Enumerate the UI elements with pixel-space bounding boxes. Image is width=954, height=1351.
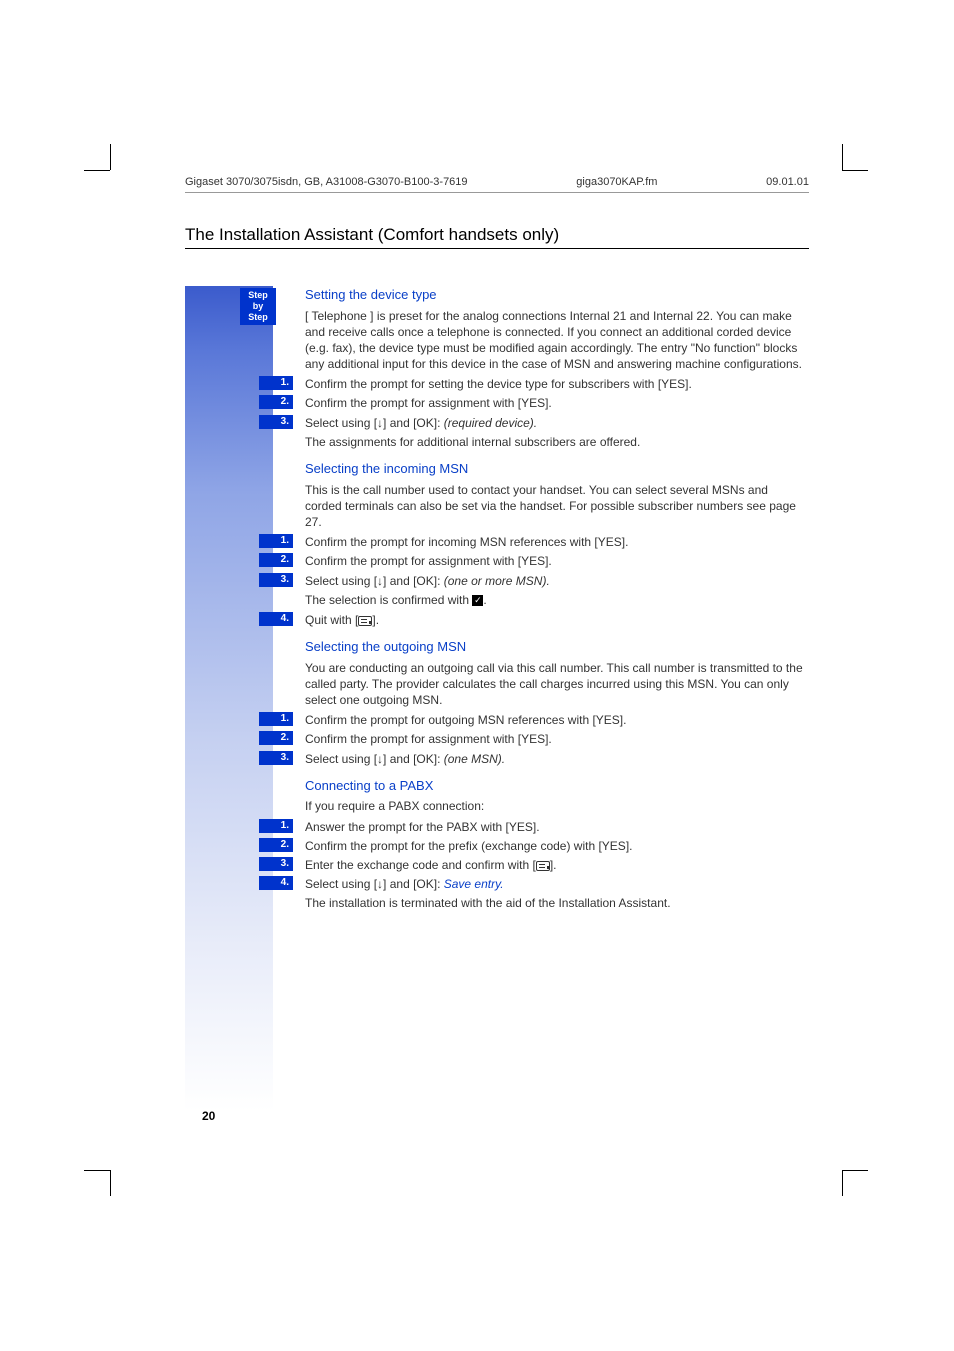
step-number: 2. xyxy=(259,553,293,567)
menu-icon xyxy=(536,861,550,871)
badge-line: Step xyxy=(240,312,276,323)
step-number: 2. xyxy=(259,395,293,409)
crop-mark xyxy=(842,144,843,170)
subheading: Selecting the outgoing MSN xyxy=(305,638,805,656)
step-italic: (one MSN). xyxy=(444,752,505,766)
confirm-text: The selection is confirmed with xyxy=(305,593,472,607)
step-link: Save entry. xyxy=(444,877,504,891)
step-number: 1. xyxy=(259,534,293,548)
subheading: Setting the device type xyxy=(305,286,805,304)
step-text: Select using [ xyxy=(305,574,377,588)
step-text: Select using [ xyxy=(305,416,377,430)
menu-icon xyxy=(358,616,372,626)
step-text: Confirm the prompt for assignment with [… xyxy=(305,396,552,410)
subheading: Selecting the incoming MSN xyxy=(305,460,805,478)
step-number: 2. xyxy=(259,838,293,852)
step-text: Confirm the prompt for outgoing MSN refe… xyxy=(305,713,626,727)
paragraph: You are conducting an outgoing call via … xyxy=(305,660,805,709)
header-left: Gigaset 3070/3075isdn, GB, A31008-G3070-… xyxy=(185,176,468,188)
paragraph: The selection is confirmed with ✓. xyxy=(305,592,805,608)
step-text: ]. xyxy=(372,613,379,627)
step-row: 3. Select using [↓] and [OK]: (one MSN). xyxy=(305,751,805,767)
step-number: 1. xyxy=(259,712,293,726)
step-number: 4. xyxy=(259,612,293,626)
step-text: Confirm the prompt for incoming MSN refe… xyxy=(305,535,628,549)
check-icon: ✓ xyxy=(472,595,483,606)
step-row: 1. Confirm the prompt for setting the de… xyxy=(305,376,805,392)
step-text: Confirm the prompt for assignment with [… xyxy=(305,732,552,746)
crop-mark xyxy=(842,1170,843,1196)
paragraph: If you require a PABX connection: xyxy=(305,798,805,814)
badge-line: by xyxy=(240,301,276,312)
step-row: 3. Select using [↓] and [OK]: (required … xyxy=(305,415,805,431)
step-row: 1. Confirm the prompt for incoming MSN r… xyxy=(305,534,805,550)
step-text: Answer the prompt for the PABX with [YES… xyxy=(305,820,540,834)
header-mid: giga3070KAP.fm xyxy=(576,176,657,188)
crop-mark xyxy=(84,1170,110,1171)
page-number: 20 xyxy=(202,1109,215,1123)
crop-mark xyxy=(110,144,111,170)
step-row: 4. Quit with []. xyxy=(305,612,805,628)
badge-line: Step xyxy=(240,290,276,301)
crop-mark xyxy=(110,1170,111,1196)
step-number: 3. xyxy=(259,415,293,429)
step-text: Confirm the prompt for setting the devic… xyxy=(305,377,692,391)
step-row: 2. Confirm the prompt for assignment wit… xyxy=(305,553,805,569)
step-number: 1. xyxy=(259,819,293,833)
step-text: ] and [OK]: xyxy=(383,877,444,891)
step-row: 2. Confirm the prompt for assignment wit… xyxy=(305,731,805,747)
paragraph: This is the call number used to contact … xyxy=(305,482,805,531)
header-rule xyxy=(185,192,809,193)
step-text: Enter the exchange code and confirm with… xyxy=(305,858,536,872)
running-header: Gigaset 3070/3075isdn, GB, A31008-G3070-… xyxy=(185,176,809,188)
paragraph: [ Telephone ] is preset for the analog c… xyxy=(305,308,805,373)
step-number: 1. xyxy=(259,376,293,390)
step-text: ] and [OK]: xyxy=(383,416,444,430)
step-text: Select using [ xyxy=(305,877,377,891)
step-row: 2. Confirm the prompt for assignment wit… xyxy=(305,395,805,411)
paragraph: The installation is terminated with the … xyxy=(305,895,805,911)
step-text: ] and [OK]: xyxy=(383,752,444,766)
step-text: Confirm the prompt for the prefix (excha… xyxy=(305,839,632,853)
step-number: 3. xyxy=(259,857,293,871)
step-italic: (one or more MSN). xyxy=(444,574,550,588)
step-row: 1. Confirm the prompt for outgoing MSN r… xyxy=(305,712,805,728)
header-right: 09.01.01 xyxy=(766,176,809,188)
step-number: 4. xyxy=(259,876,293,890)
subheading: Connecting to a PABX xyxy=(305,777,805,795)
step-text: Confirm the prompt for assignment with [… xyxy=(305,554,552,568)
step-row: 3. Select using [↓] and [OK]: (one or mo… xyxy=(305,573,805,589)
body-content: Setting the device type [ Telephone ] is… xyxy=(305,286,805,915)
crop-mark xyxy=(842,1170,868,1171)
step-number: 2. xyxy=(259,731,293,745)
side-gradient xyxy=(185,286,273,1111)
step-number: 3. xyxy=(259,573,293,587)
step-text: ]. xyxy=(550,858,557,872)
step-text: ] and [OK]: xyxy=(383,574,444,588)
step-row: 1. Answer the prompt for the PABX with [… xyxy=(305,819,805,835)
paragraph: The assignments for additional internal … xyxy=(305,434,805,450)
step-italic: (required device). xyxy=(444,416,537,430)
crop-mark xyxy=(842,170,868,171)
confirm-dot: . xyxy=(483,593,486,607)
section-title: The Installation Assistant (Comfort hand… xyxy=(185,225,559,245)
step-number: 3. xyxy=(259,751,293,765)
step-row: 3. Enter the exchange code and confirm w… xyxy=(305,857,805,873)
step-by-step-badge: Step by Step xyxy=(240,288,276,325)
title-rule xyxy=(185,248,809,249)
crop-mark xyxy=(84,170,110,171)
step-text: Quit with [ xyxy=(305,613,358,627)
step-row: 2. Confirm the prompt for the prefix (ex… xyxy=(305,838,805,854)
step-row: 4. Select using [↓] and [OK]: Save entry… xyxy=(305,876,805,892)
step-text: Select using [ xyxy=(305,752,377,766)
